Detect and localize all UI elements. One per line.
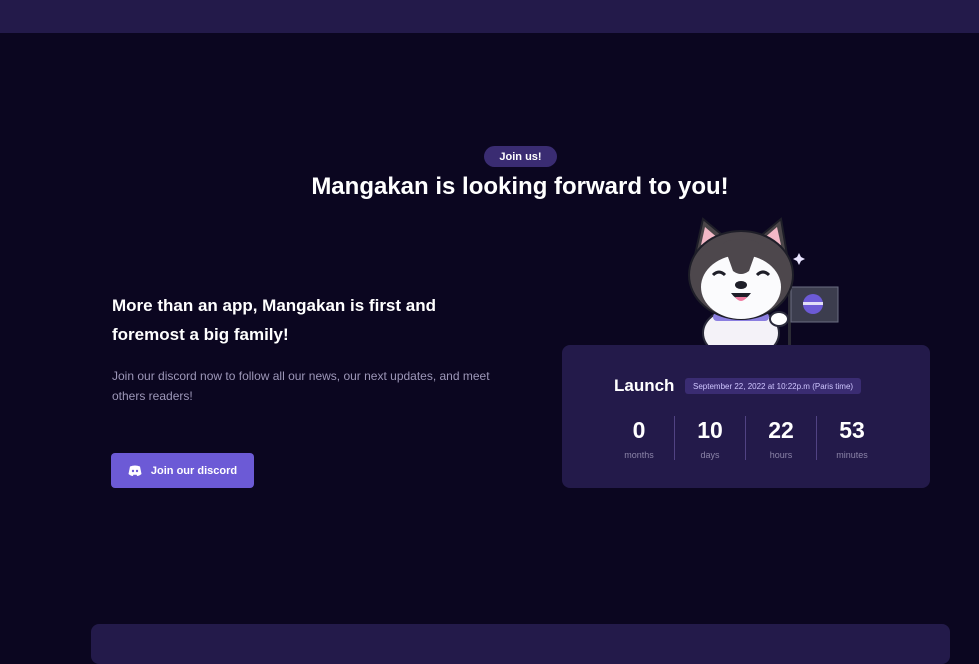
countdown-value: 0 xyxy=(632,417,646,443)
join-discord-label: Join our discord xyxy=(150,464,238,477)
countdown-value: 10 xyxy=(697,417,723,443)
launch-date-badge: September 22, 2022 at 10:22p.m (Paris ti… xyxy=(685,378,862,394)
intro-lead: More than an app, Mangakan is first and … xyxy=(112,296,436,344)
discord-icon xyxy=(128,465,142,477)
countdown-days: 10 days xyxy=(675,417,745,460)
countdown-value: 22 xyxy=(768,417,794,443)
top-navbar xyxy=(0,0,979,33)
intro-description: Join our discord now to follow all our n… xyxy=(112,369,490,403)
countdown-hours: 22 hours xyxy=(746,417,816,460)
join-discord-button[interactable]: Join our discord xyxy=(111,453,254,488)
countdown-value: 53 xyxy=(839,417,865,443)
countdown-unit: minutes xyxy=(836,450,868,460)
husky-mascot-illustration xyxy=(688,217,839,360)
launch-card: Launch September 22, 2022 at 10:22p.m (P… xyxy=(562,345,930,488)
countdown-unit: hours xyxy=(769,450,793,460)
launch-title: Launch xyxy=(614,376,675,395)
join-us-badge: Join us! xyxy=(484,146,557,167)
countdown-unit: days xyxy=(700,450,720,460)
next-section-panel xyxy=(91,624,950,664)
section-title: Mangakan is looking forward to you! xyxy=(311,173,729,200)
countdown-unit: months xyxy=(624,450,654,460)
countdown-months: 0 months xyxy=(604,417,674,460)
countdown-minutes: 53 minutes xyxy=(817,417,887,460)
